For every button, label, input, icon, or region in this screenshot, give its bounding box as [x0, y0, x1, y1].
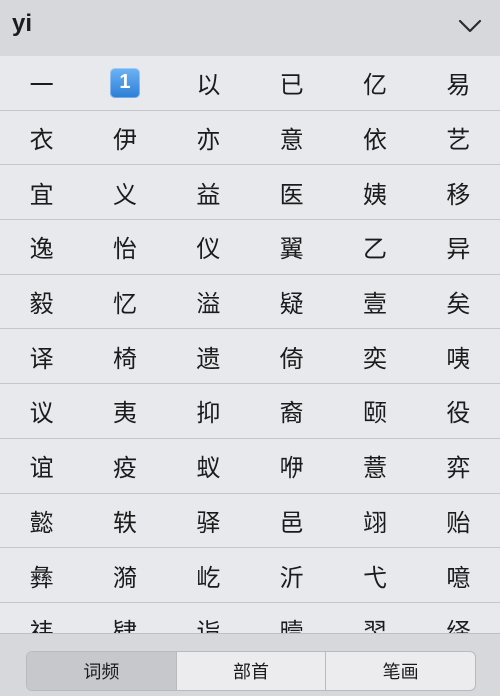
candidate-key[interactable]: 易 — [416, 56, 500, 111]
sort-bar: 词频 部首 笔画 — [0, 633, 500, 696]
candidate-key[interactable]: 译 — [0, 329, 84, 385]
candidate-key[interactable]: 役 — [416, 384, 500, 439]
candidate-key[interactable]: 邑 — [250, 494, 334, 549]
candidate-key[interactable]: 噫 — [416, 548, 500, 603]
candidate-key[interactable]: 宜 — [0, 165, 84, 221]
candidate-key[interactable]: 倚 — [250, 329, 334, 385]
candidate-key[interactable]: 祎 — [0, 603, 83, 633]
candidate-key[interactable]: 议 — [0, 384, 84, 439]
chevron-down-icon[interactable] — [458, 18, 482, 34]
candidate-key[interactable]: 诣 — [167, 603, 250, 633]
candidate-key[interactable]: 遗 — [166, 329, 250, 385]
candidate-key[interactable]: 翼 — [250, 220, 334, 275]
candidate-key[interactable]: 轶 — [83, 494, 167, 549]
sort-tab-radical[interactable]: 部首 — [177, 652, 327, 690]
candidate-key[interactable]: 异 — [416, 220, 500, 275]
candidate-key[interactable]: 颐 — [333, 384, 417, 439]
candidate-key[interactable]: 弋 — [333, 548, 417, 603]
candidate-key[interactable]: 肄 — [83, 603, 166, 633]
candidate-key[interactable]: 懿 — [0, 494, 84, 549]
candidate-key[interactable]: 屹 — [166, 548, 250, 603]
candidate-grid-area: 一1以已亿易衣伊亦意依艺宜义益医姨移逸怡仪翼乙异毅忆溢疑壹矣译椅遗倚奕咦议夷抑裔… — [0, 56, 500, 633]
candidate-key[interactable]: 医 — [250, 165, 334, 221]
candidate-grid: 一1以已亿易衣伊亦意依艺宜义益医姨移逸怡仪翼乙异毅忆溢疑壹矣译椅遗倚奕咦议夷抑裔… — [0, 56, 500, 633]
candidate-key[interactable]: 亦 — [166, 111, 250, 166]
candidate-key[interactable]: 亿 — [333, 56, 417, 111]
candidate-key[interactable]: 乙 — [333, 220, 417, 275]
candidate-key[interactable]: 伊 — [83, 111, 167, 166]
sort-tab-frequency[interactable]: 词频 — [27, 652, 177, 690]
candidate-key[interactable]: 裔 — [250, 384, 334, 439]
candidate-key[interactable]: 毅 — [0, 275, 84, 330]
candidate-key[interactable]: 贻 — [416, 494, 500, 549]
candidate-key[interactable]: 翊 — [333, 494, 417, 549]
candidate-key[interactable]: 薏 — [333, 439, 417, 494]
sort-tab-stroke[interactable]: 笔画 — [326, 652, 475, 690]
candidate-key[interactable]: 益 — [166, 165, 250, 221]
candidate-key[interactable]: 彝 — [0, 548, 84, 603]
candidate-header: yi — [0, 0, 500, 56]
candidate-key[interactable]: 绎 — [417, 603, 500, 633]
candidate-key[interactable]: 移 — [416, 165, 500, 221]
candidate-key[interactable]: 1 — [83, 56, 167, 111]
candidate-key[interactable]: 夷 — [83, 384, 167, 439]
candidate-key[interactable]: 弈 — [416, 439, 500, 494]
candidate-key[interactable]: 忆 — [83, 275, 167, 330]
candidate-key[interactable]: 曀 — [250, 603, 333, 633]
candidate-key[interactable]: 依 — [333, 111, 417, 166]
pinyin-input-display: yi — [12, 10, 33, 37]
candidate-key[interactable]: 溢 — [166, 275, 250, 330]
sort-segmented-control: 词频 部首 笔画 — [26, 651, 476, 691]
candidate-key[interactable]: 翌 — [333, 603, 416, 633]
candidate-key[interactable]: 蚁 — [166, 439, 250, 494]
candidate-key[interactable]: 抑 — [166, 384, 250, 439]
candidate-key[interactable]: 驿 — [166, 494, 250, 549]
candidate-key[interactable]: 疑 — [250, 275, 334, 330]
keycap-one-emoji: 1 — [109, 67, 140, 98]
candidate-key[interactable]: 漪 — [83, 548, 167, 603]
candidate-key[interactable]: 义 — [83, 165, 167, 221]
candidate-key[interactable]: 以 — [166, 56, 250, 111]
candidate-key[interactable]: 衣 — [0, 111, 84, 166]
candidate-key[interactable]: 奕 — [333, 329, 417, 385]
candidate-key[interactable]: 咦 — [416, 329, 500, 385]
candidate-key[interactable]: 怡 — [83, 220, 167, 275]
candidate-key[interactable]: 疫 — [83, 439, 167, 494]
candidate-key[interactable]: 椅 — [83, 329, 167, 385]
candidate-key[interactable]: 逸 — [0, 220, 84, 275]
candidate-key[interactable]: 仪 — [166, 220, 250, 275]
candidate-key[interactable]: 艺 — [416, 111, 500, 166]
candidate-key[interactable]: 一 — [0, 56, 84, 111]
candidate-key[interactable]: 谊 — [0, 439, 84, 494]
candidate-key[interactable]: 意 — [250, 111, 334, 166]
candidate-key[interactable]: 壹 — [333, 275, 417, 330]
candidate-key[interactable]: 咿 — [250, 439, 334, 494]
candidate-key[interactable]: 已 — [250, 56, 334, 111]
candidate-key[interactable]: 沂 — [250, 548, 334, 603]
candidate-key[interactable]: 姨 — [333, 165, 417, 221]
candidate-key[interactable]: 矣 — [416, 275, 500, 330]
